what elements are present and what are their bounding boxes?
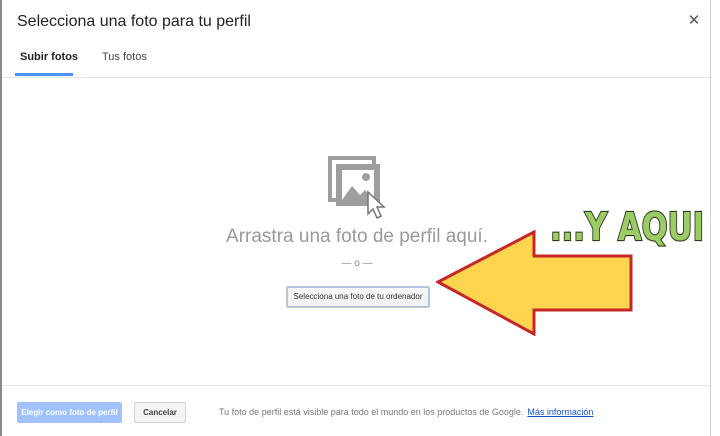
visibility-note-text: Tu foto de perfil está visible para todo…: [219, 407, 524, 417]
select-from-computer-button[interactable]: Selecciona una foto de tu ordenador: [286, 286, 430, 308]
annotation-label: ...Y AQUI: [549, 204, 705, 250]
or-separator: — o —: [341, 258, 373, 269]
visibility-note: Tu foto de perfil está visible para todo…: [219, 407, 593, 417]
tab-your-photos[interactable]: Tus fotos: [102, 51, 147, 63]
tab-upload-photos[interactable]: Subir fotos: [20, 51, 78, 63]
cancel-button[interactable]: Cancelar: [134, 402, 186, 423]
photo-upload-icon: [328, 156, 386, 220]
close-icon[interactable]: ✕: [686, 12, 702, 30]
dialog-header: Selecciona una foto para tu perfil ✕ Sub…: [2, 0, 710, 78]
dialog-footer: Elegir como foto de perfil Cancelar Tu f…: [2, 385, 710, 436]
dialog-title: Selecciona una foto para tu perfil: [17, 13, 251, 30]
set-profile-photo-button[interactable]: Elegir como foto de perfil: [17, 402, 122, 423]
more-info-link[interactable]: Más información: [527, 407, 593, 417]
active-tab-indicator: [15, 73, 73, 76]
window-scrollbar[interactable]: [710, 0, 720, 436]
annotation-text: ...Y AQUI: [550, 205, 704, 249]
